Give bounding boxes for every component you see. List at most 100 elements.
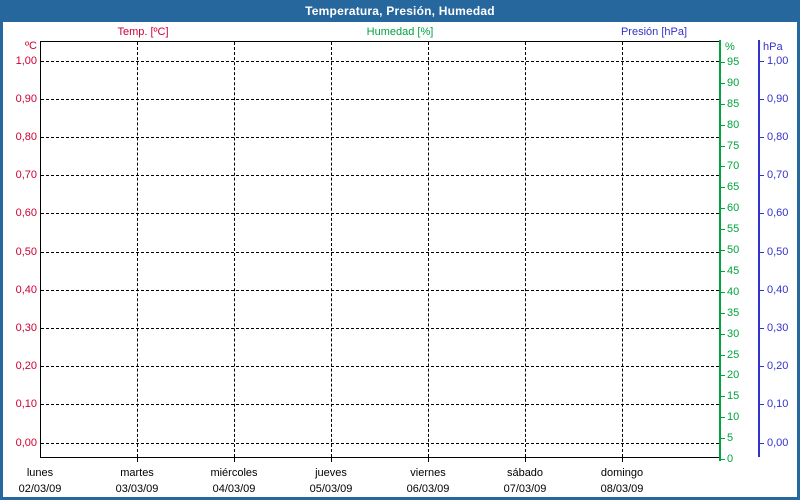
pressure-tick <box>760 290 764 291</box>
humidity-tick-label: 5 <box>727 432 734 444</box>
day-date-label: 06/03/09 <box>406 483 450 495</box>
pressure-tick-label: 0,40 <box>767 284 789 296</box>
humidity-tick <box>721 313 725 314</box>
temp-tick-label: 1,00 <box>15 55 37 67</box>
humidity-tick-label: 30 <box>727 328 740 340</box>
pressure-tick <box>760 61 764 62</box>
h-gridline <box>41 61 719 62</box>
v-gridline <box>428 42 429 457</box>
humidity-tick-label: 70 <box>727 160 740 172</box>
day-name-label: sábado <box>506 467 544 479</box>
temp-tick-label: 0,40 <box>15 284 37 296</box>
temp-tick-label: 0,20 <box>15 360 37 372</box>
humidity-tick <box>721 208 725 209</box>
humidity-tick <box>721 83 725 84</box>
day-name-label: viernes <box>410 467 446 479</box>
humidity-axis-unit-label: % <box>725 41 735 53</box>
h-gridline <box>41 175 719 176</box>
x-axis-tick <box>234 458 235 462</box>
v-gridline <box>525 42 526 457</box>
window-title: Temperatura, Presión, Humedad <box>305 4 495 18</box>
pressure-tick-label: 0,80 <box>767 131 789 143</box>
pressure-tick <box>760 252 764 253</box>
h-gridline <box>41 328 719 329</box>
day-date-label: 08/03/09 <box>600 483 644 495</box>
humidity-tick-label: 45 <box>727 265 740 277</box>
temp-tick-label: 0,30 <box>15 322 37 334</box>
humidity-tick-label: 65 <box>727 181 740 193</box>
humidity-tick <box>721 271 725 272</box>
day-date-label: 02/03/09 <box>18 483 62 495</box>
temp-tick-label: 0,80 <box>15 131 37 143</box>
h-gridline <box>41 252 719 253</box>
pressure-tick-label: 1,00 <box>767 55 789 67</box>
humidity-tick <box>721 104 725 105</box>
chart-window: Temperatura, Presión, Humedad Temp. [ºC]… <box>0 0 800 500</box>
pressure-axis-line <box>758 40 760 457</box>
pressure-tick <box>760 404 764 405</box>
temp-tick-label: 0,70 <box>15 169 37 181</box>
x-axis-tick <box>622 458 623 462</box>
humidity-tick <box>721 438 725 439</box>
pressure-tick-label: 0,60 <box>767 207 789 219</box>
v-gridline <box>331 42 332 457</box>
humidity-tick-label: 60 <box>727 202 740 214</box>
humidity-tick-label: 75 <box>727 140 740 152</box>
h-gridline <box>41 366 719 367</box>
humidity-tick-label: 95 <box>727 56 740 68</box>
pressure-tick <box>760 328 764 329</box>
h-gridline <box>41 213 719 214</box>
pressure-tick <box>760 366 764 367</box>
pressure-tick <box>760 99 764 100</box>
pressure-tick <box>760 443 764 444</box>
humidity-tick-label: 85 <box>727 98 740 110</box>
humidity-tick <box>721 146 725 147</box>
window-border-left <box>0 22 3 500</box>
humidity-tick <box>721 62 725 63</box>
h-gridline <box>41 99 719 100</box>
humidity-tick <box>721 417 725 418</box>
humidity-tick <box>721 355 725 356</box>
plot-area <box>40 41 719 458</box>
legend-item-pressure: Presión [hPa] <box>620 26 688 38</box>
day-name-label: domingo <box>600 467 644 479</box>
humidity-tick-label: 20 <box>727 369 740 381</box>
humidity-tick-label: 90 <box>727 77 740 89</box>
humidity-tick-label: 50 <box>727 244 740 256</box>
humidity-tick <box>721 166 725 167</box>
temp-tick-label: 0,50 <box>15 246 37 258</box>
x-axis-tick <box>428 458 429 462</box>
humidity-tick-label: 0 <box>727 453 734 465</box>
day-name-label: martes <box>120 467 154 479</box>
x-axis-tick <box>331 458 332 462</box>
humidity-tick <box>721 187 725 188</box>
pressure-tick-label: 0,10 <box>767 398 789 410</box>
humidity-tick <box>721 250 725 251</box>
day-date-label: 05/03/09 <box>309 483 353 495</box>
humidity-tick <box>721 125 725 126</box>
pressure-tick-label: 0,20 <box>767 360 789 372</box>
temp-tick-label: 0,00 <box>15 437 37 449</box>
humidity-tick-label: 15 <box>727 390 740 402</box>
day-date-label: 03/03/09 <box>115 483 159 495</box>
pressure-tick-label: 0,00 <box>767 437 789 449</box>
h-gridline <box>41 137 719 138</box>
h-gridline <box>41 443 719 444</box>
humidity-tick-label: 40 <box>727 286 740 298</box>
day-name-label: lunes <box>26 467 54 479</box>
humidity-tick-label: 80 <box>727 119 740 131</box>
humidity-tick <box>721 396 725 397</box>
temp-tick-label: 0,10 <box>15 398 37 410</box>
pressure-tick <box>760 175 764 176</box>
humidity-tick <box>721 334 725 335</box>
pressure-tick <box>760 213 764 214</box>
window-titlebar[interactable]: Temperatura, Presión, Humedad <box>0 0 800 22</box>
v-gridline <box>234 42 235 457</box>
humidity-tick-label: 35 <box>727 307 740 319</box>
pressure-axis-unit-label: hPa <box>763 41 783 53</box>
day-name-label: miércoles <box>210 467 258 479</box>
x-axis-tick <box>137 458 138 462</box>
h-gridline <box>41 404 719 405</box>
pressure-tick-label: 0,30 <box>767 322 789 334</box>
pressure-tick-label: 0,70 <box>767 169 789 181</box>
